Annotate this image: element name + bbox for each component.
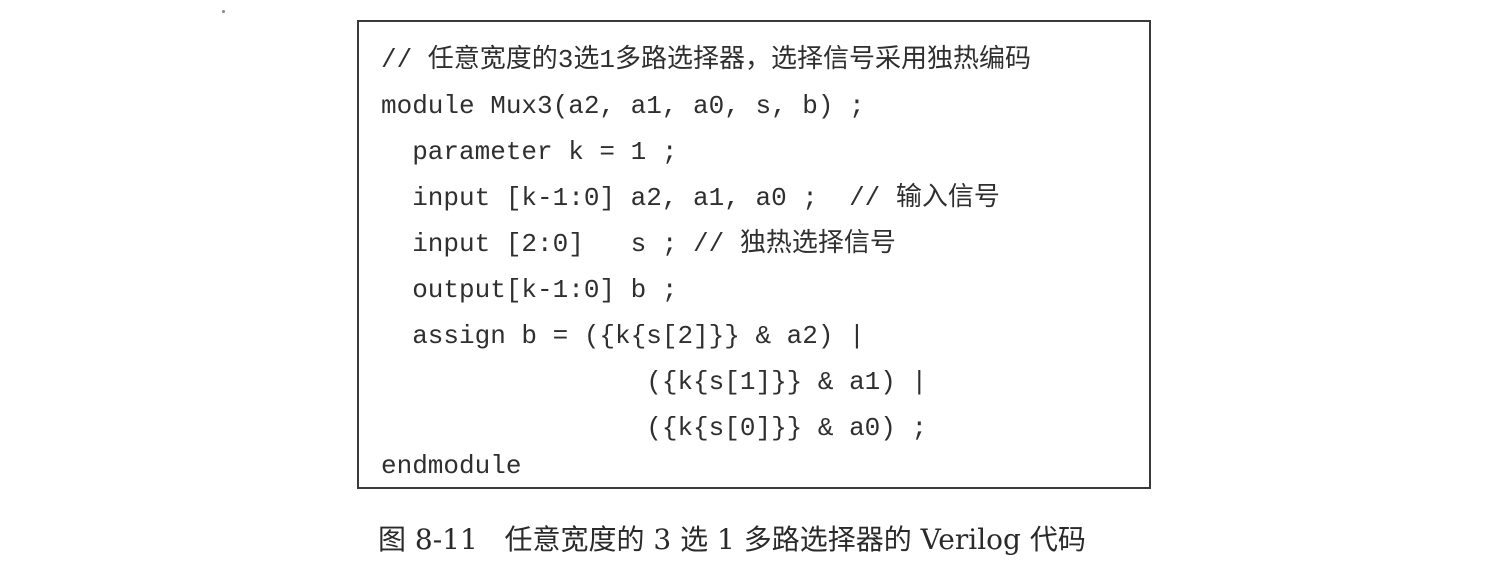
code-line-assign-1: assign b = ({k{s[2]}} & a2) | xyxy=(381,321,865,351)
code-line-assign-3: ({k{s[0]}} & a0) ; xyxy=(381,413,928,443)
code-line-assign-2: ({k{s[1]}} & a1) | xyxy=(381,367,928,397)
code-line-parameter: parameter k = 1 ; xyxy=(381,137,678,167)
code-line-input-select: input [2:0] s ; // 独热选择信号 xyxy=(381,229,896,259)
code-line-output: output[k-1:0] b ; xyxy=(381,275,678,305)
code-listing-box: // 任意宽度的3选1多路选择器，选择信号采用独热编码 module Mux3(… xyxy=(357,20,1151,489)
code-line-input-data: input [k-1:0] a2, a1, a0 ; // 输入信号 xyxy=(381,183,1000,213)
figure-caption: 图 8-11 任意宽度的 3 选 1 多路选择器的 Verilog 代码 xyxy=(378,523,1086,556)
stray-dot xyxy=(222,10,225,13)
code-line-comment-header: // 任意宽度的3选1多路选择器，选择信号采用独热编码 xyxy=(381,45,1032,75)
code-line-module-decl: module Mux3(a2, a1, a0, s, b) ; xyxy=(381,91,865,121)
code-line-endmodule: endmodule xyxy=(381,451,522,481)
